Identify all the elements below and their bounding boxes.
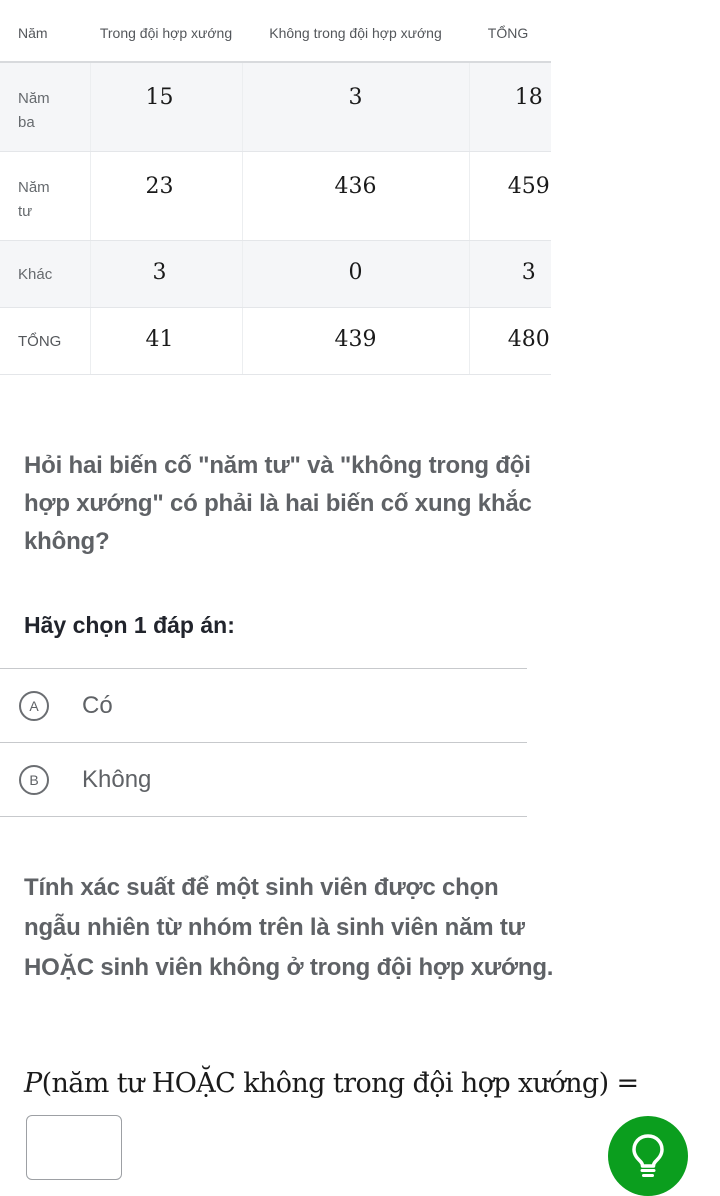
row-label-text: Năm ba [18,90,50,131]
header-year: Năm [0,0,90,63]
row-label: TỔNG [0,307,90,375]
cell-value: 23 [89,151,242,241]
header-total: TỔNG [469,0,551,63]
cell-value: 459 [468,151,551,241]
table-header-row: Năm Trong đội hợp xướng Không trong đội … [0,0,551,63]
table-row-total: TỔNG 41 439 480 [0,307,551,375]
choice-prompt: Hãy chọn 1 đáp án: [24,612,235,638]
choice-letter-badge: B [19,764,49,795]
cell-value: 18 [468,62,551,152]
probability-question-text: Tính xác suất để một sinh viên được chọn… [24,874,554,981]
probability-formula: P(năm tư HOẶC không trong đội hợp xướng)… [24,1068,639,1099]
header-in-choir: Trong đội hợp xướng [90,0,242,63]
frequency-table: Năm Trong đội hợp xướng Không trong đội … [0,0,551,375]
row-label: Năm tư [0,151,90,241]
formula-body: (năm tư HOẶC không trong đội hợp xướng) … [41,1068,640,1099]
row-label: Năm ba [0,62,90,152]
cell-value: 3 [241,62,469,152]
hint-button[interactable] [608,1116,688,1196]
cell-value: 0 [241,240,469,308]
table-row: Năm tư 23 436 459 [0,151,551,241]
choice-label: Không [82,765,152,793]
formula-p: P [24,1068,42,1099]
cell-value: 3 [468,240,551,308]
choice-letter-badge: A [19,690,49,721]
cell-value: 41 [89,307,242,375]
table-row: Năm ba 15 3 18 [0,62,551,152]
row-label: Khác [0,240,90,308]
row-label-text: Năm tư [18,178,50,220]
answer-input[interactable] [26,1115,122,1180]
cell-value: 439 [241,307,469,375]
header-not-in-choir: Không trong đội hợp xướng [242,0,469,63]
cell-value: 436 [241,151,469,241]
choice-label: Có [82,691,113,719]
choice-a[interactable]: A Có [0,668,527,742]
cell-value: 480 [468,307,551,375]
choice-list: A Có B Không [0,668,527,817]
lightbulb-icon [632,1134,664,1177]
cell-value: 15 [89,62,242,152]
table-row: Khác 3 0 3 [0,240,551,308]
cell-value: 3 [89,240,242,308]
choice-b[interactable]: B Không [0,742,527,817]
question-text: Hỏi hai biến cố "năm tư" và "không trong… [24,452,532,555]
